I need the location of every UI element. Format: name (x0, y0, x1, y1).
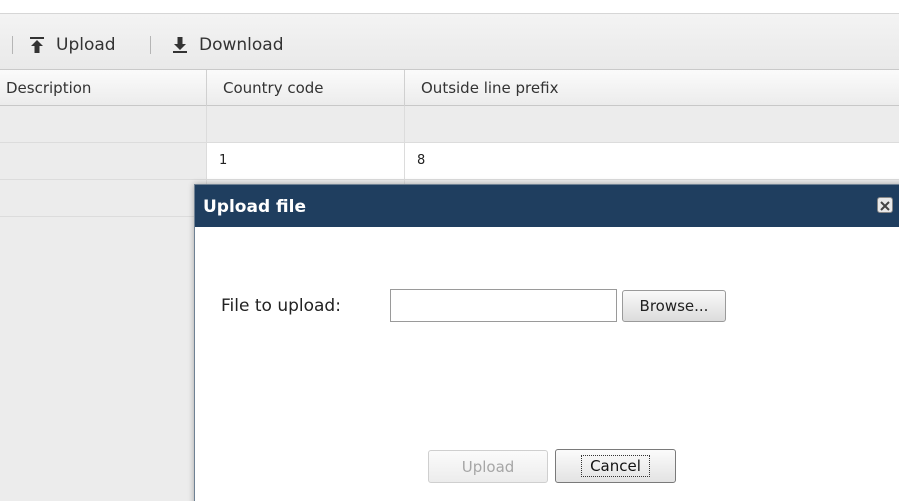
toolbar-separator (12, 36, 13, 54)
grid-empty-area (0, 217, 207, 501)
toolbar-upload-label: Upload (56, 35, 116, 55)
dialog-title: Upload file (195, 185, 899, 227)
close-icon[interactable] (877, 197, 893, 213)
cancel-button[interactable]: Cancel (555, 449, 676, 483)
upload-arrow-icon (30, 37, 44, 53)
cell-description (0, 143, 207, 179)
cell-country-code: 1 (207, 143, 405, 179)
column-header-description[interactable]: Description (0, 70, 207, 106)
grid-header: Description Country code Outside line pr… (0, 70, 899, 106)
column-header-outside-line-prefix[interactable]: Outside line prefix (405, 70, 899, 106)
cell-country-code (207, 106, 405, 142)
table-row[interactable]: 1 8 (0, 143, 899, 180)
toolbar-upload-button[interactable]: Upload (30, 32, 116, 58)
download-arrow-icon (173, 37, 187, 53)
cell-description (0, 106, 207, 142)
table-row[interactable] (0, 106, 899, 143)
toolbar-download-button[interactable]: Download (173, 32, 284, 58)
cancel-button-label: Cancel (581, 455, 650, 477)
cell-outside-line-prefix (405, 106, 899, 142)
toolbar-top-strip (0, 0, 899, 14)
file-path-input[interactable] (390, 289, 617, 322)
upload-file-dialog: Upload file File to upload: Browse... Up… (194, 184, 899, 501)
file-to-upload-label: File to upload: (221, 296, 341, 316)
upload-button[interactable]: Upload (428, 450, 548, 483)
toolbar: Upload Download (0, 0, 899, 70)
toolbar-separator (150, 36, 151, 54)
toolbar-download-label: Download (199, 35, 284, 55)
cell-outside-line-prefix: 8 (417, 153, 426, 168)
browse-button[interactable]: Browse... (622, 290, 726, 322)
column-header-country-code[interactable]: Country code (207, 70, 405, 106)
cell-description (0, 180, 207, 216)
